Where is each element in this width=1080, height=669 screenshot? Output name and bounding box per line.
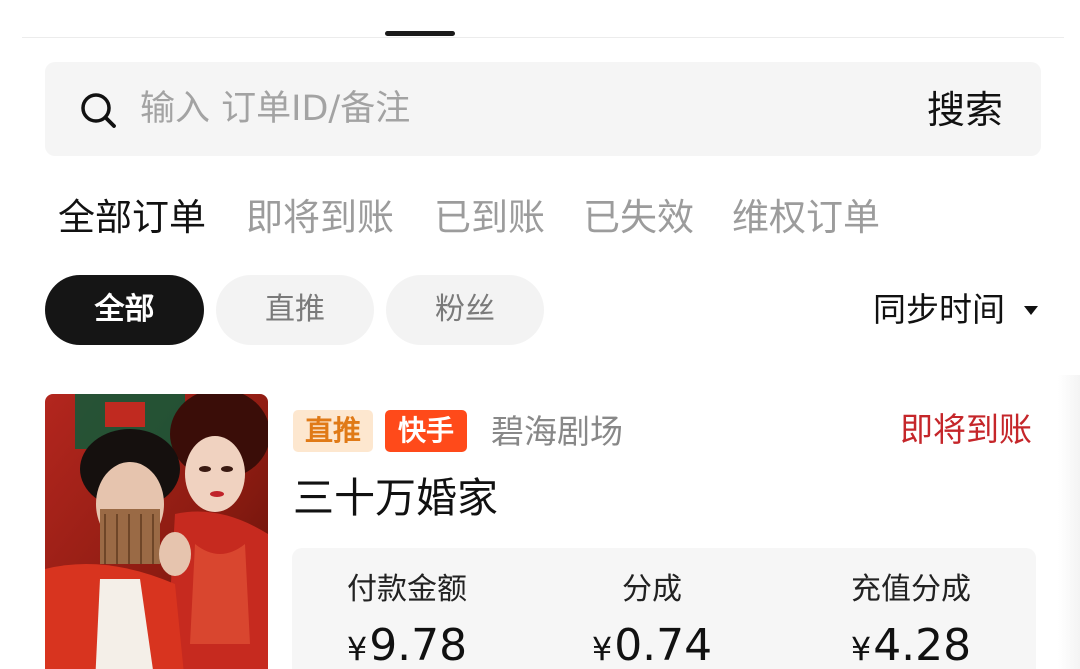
commission-amount: 0.74 <box>614 620 713 669</box>
top-tab-bar <box>22 0 1064 38</box>
recharge-commission-amount: 4.28 <box>873 620 972 669</box>
drama-title[interactable]: 三十万婚家 <box>293 470 498 526</box>
currency-symbol: ¥ <box>591 630 613 668</box>
sort-label: 同步时间 <box>873 290 1005 329</box>
stat-label-recharge-commission: 充值分成 <box>851 572 971 607</box>
active-tab-indicator <box>385 31 455 36</box>
direct-tag: 直推 <box>293 410 373 452</box>
next-card-edge <box>1058 375 1080 669</box>
search-button[interactable]: 搜索 <box>910 80 1020 140</box>
tab-all-orders[interactable]: 全部订单 <box>58 190 206 246</box>
payment-amount: 9.78 <box>369 620 468 669</box>
search-icon <box>81 93 116 128</box>
theater-name: 碧海剧场 <box>491 412 623 451</box>
drama-poster[interactable] <box>45 394 268 669</box>
stat-value-payment: ¥9.78 <box>312 618 502 669</box>
order-status: 即将到账 <box>900 410 1032 449</box>
platform-tag: 快手 <box>385 410 467 452</box>
caret-down-icon[interactable] <box>1024 306 1038 315</box>
stat-value-commission: ¥0.74 <box>557 618 747 669</box>
chip-fans[interactable]: 粉丝 <box>386 275 544 345</box>
order-status-tabs: 全部订单 即将到账 已到账 已失效 维权订单 <box>0 190 1080 246</box>
search-input[interactable] <box>140 78 840 140</box>
currency-symbol: ¥ <box>346 630 368 668</box>
stat-label-payment: 付款金额 <box>347 572 467 607</box>
tab-arrived[interactable]: 已到账 <box>434 190 545 246</box>
tab-expired[interactable]: 已失效 <box>583 190 694 246</box>
tab-pending-arrival[interactable]: 即将到账 <box>246 190 394 246</box>
currency-symbol: ¥ <box>850 630 872 668</box>
chip-all[interactable]: 全部 <box>45 275 204 345</box>
tab-rights-orders[interactable]: 维权订单 <box>732 190 880 246</box>
stat-label-commission: 分成 <box>622 572 682 607</box>
stat-value-recharge-commission: ¥4.28 <box>816 618 1006 669</box>
chip-direct[interactable]: 直推 <box>216 275 374 345</box>
